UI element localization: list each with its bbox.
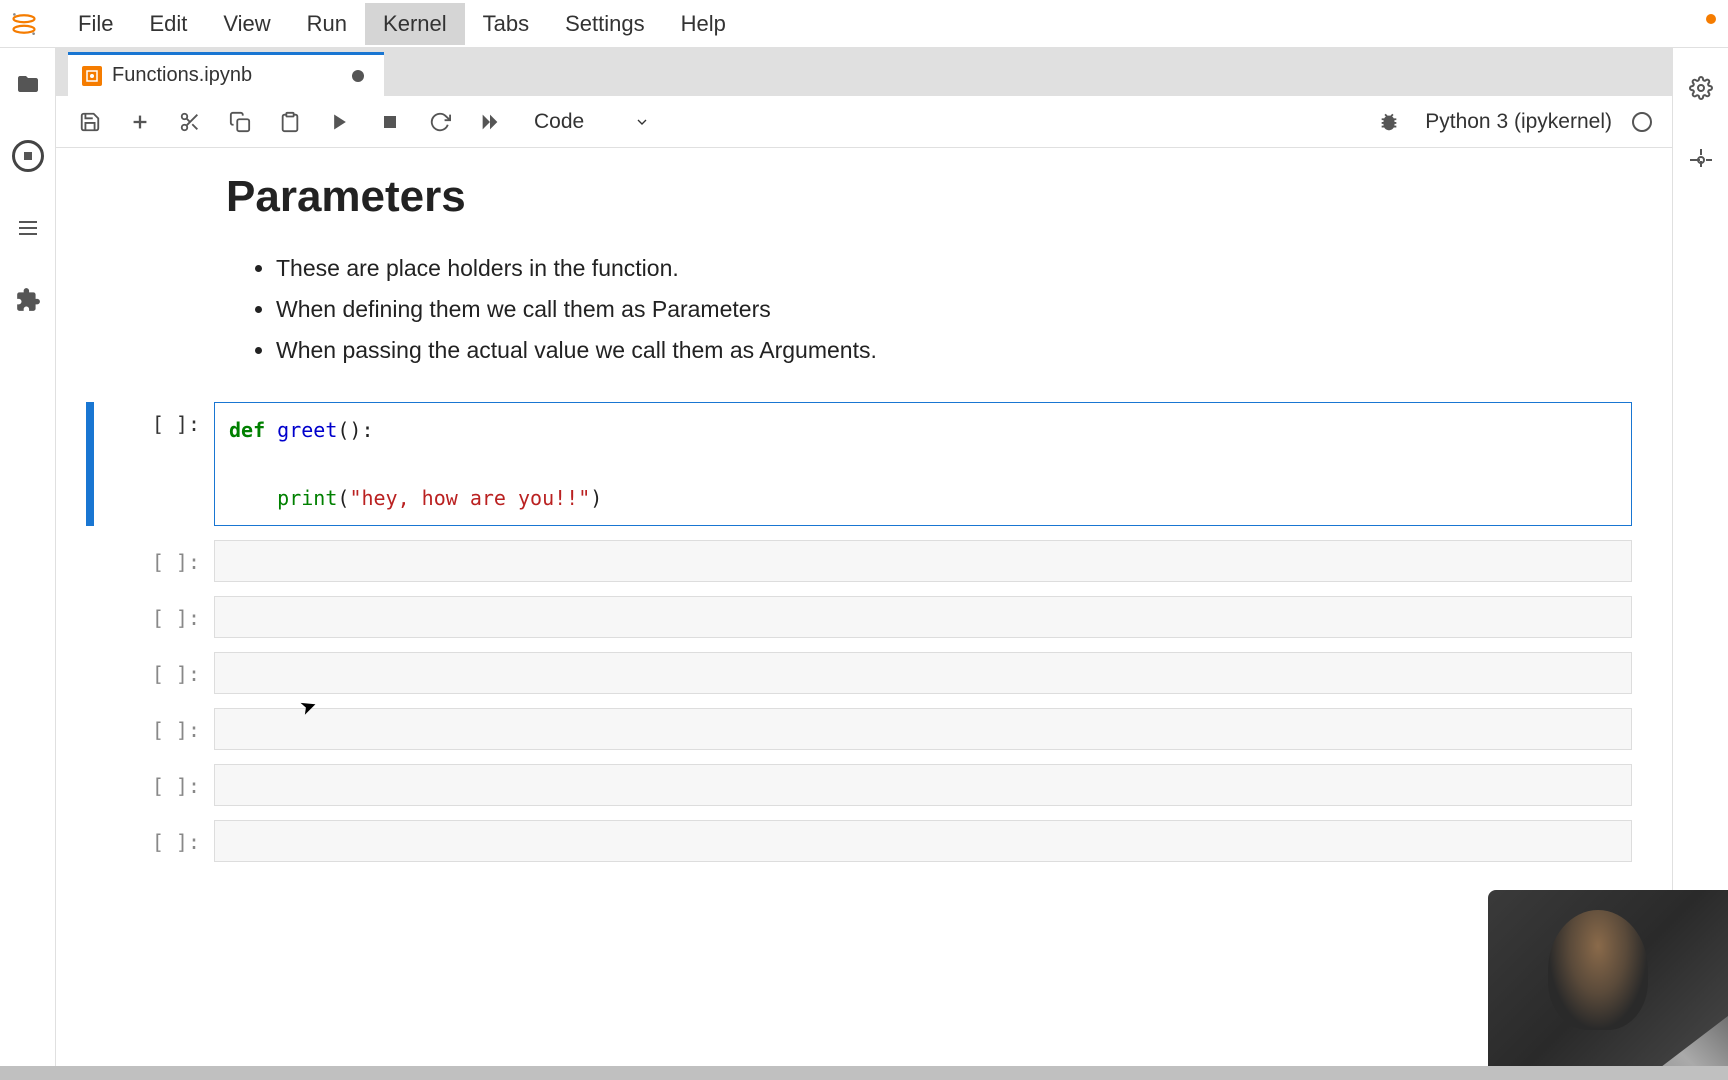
activity-bar <box>0 48 56 1080</box>
list-item: When passing the actual value we call th… <box>276 332 1642 369</box>
cell-selection-marker <box>86 652 94 694</box>
cell-selection-marker <box>86 596 94 638</box>
code-cell[interactable]: [ ]: def greet(): print("hey, how are yo… <box>86 402 1642 526</box>
code-editor[interactable] <box>214 596 1632 638</box>
debugger-icon[interactable] <box>1375 108 1403 136</box>
code-editor[interactable] <box>214 652 1632 694</box>
cell-selection-marker <box>86 708 94 750</box>
run-button[interactable] <box>326 108 354 136</box>
menu-bar: File Edit View Run Kernel Tabs Settings … <box>0 0 1728 48</box>
webcam-overlay <box>1488 890 1728 1080</box>
list-item: These are place holders in the function. <box>276 250 1642 287</box>
kernel-info[interactable]: Python 3 (ipykernel) <box>1425 110 1652 134</box>
menu-edit[interactable]: Edit <box>131 3 205 45</box>
code-cell[interactable]: [ ]: <box>86 708 1642 750</box>
menu-view[interactable]: View <box>205 3 288 45</box>
running-terminals-icon[interactable] <box>12 140 44 172</box>
content-area: Functions.ipynb <box>56 48 1672 1080</box>
notebook-body[interactable]: Parameters These are place holders in th… <box>56 148 1672 1080</box>
restart-run-all-button[interactable] <box>476 108 504 136</box>
bottom-bar <box>0 1066 1728 1080</box>
notebook-toolbar: Code Python 3 (ipykernel) <box>56 96 1672 148</box>
kernel-status-icon <box>1632 112 1652 132</box>
notebook-file-icon <box>82 66 102 86</box>
markdown-heading: Parameters <box>226 172 1642 222</box>
cell-prompt: [ ]: <box>94 764 214 806</box>
cell-prompt: [ ]: <box>94 540 214 582</box>
code-editor[interactable] <box>214 540 1632 582</box>
stop-button[interactable] <box>376 108 404 136</box>
debug-icon[interactable] <box>1685 144 1717 176</box>
chevron-down-icon <box>634 114 650 130</box>
gear-icon[interactable] <box>1685 72 1717 104</box>
menu-help[interactable]: Help <box>663 3 744 45</box>
code-cell[interactable]: [ ]: <box>86 764 1642 806</box>
cell-type-label: Code <box>534 110 584 134</box>
code-cell[interactable]: [ ]: <box>86 820 1642 862</box>
cut-button[interactable] <box>176 108 204 136</box>
jupyter-logo[interactable] <box>8 8 40 40</box>
cell-prompt: [ ]: <box>94 402 214 526</box>
toc-icon[interactable] <box>12 212 44 244</box>
cell-prompt: [ ]: <box>94 708 214 750</box>
cell-selection-marker <box>86 764 94 806</box>
copy-button[interactable] <box>226 108 254 136</box>
folder-icon[interactable] <box>12 68 44 100</box>
cell-type-dropdown[interactable]: Code <box>534 110 650 134</box>
tab-bar: Functions.ipynb <box>56 48 1672 96</box>
list-item: When defining them we call them as Param… <box>276 291 1642 328</box>
cell-prompt: [ ]: <box>94 596 214 638</box>
menu-settings[interactable]: Settings <box>547 3 663 45</box>
code-editor[interactable] <box>214 708 1632 750</box>
menu-kernel[interactable]: Kernel <box>365 3 465 45</box>
code-cell[interactable]: [ ]: <box>86 540 1642 582</box>
notebook-tab[interactable]: Functions.ipynb <box>68 52 384 96</box>
restart-kernel-button[interactable] <box>426 108 454 136</box>
code-editor[interactable] <box>214 764 1632 806</box>
menu-file[interactable]: File <box>60 3 131 45</box>
status-indicator-icon <box>1706 14 1716 24</box>
extensions-icon[interactable] <box>12 284 44 316</box>
tab-filename: Functions.ipynb <box>112 64 252 87</box>
cell-selection-marker <box>86 820 94 862</box>
code-editor[interactable] <box>214 820 1632 862</box>
code-cell[interactable]: [ ]: <box>86 596 1642 638</box>
cell-selection-marker <box>86 402 94 526</box>
code-editor[interactable]: def greet(): print("hey, how are you!!") <box>214 402 1632 526</box>
save-button[interactable] <box>76 108 104 136</box>
menu-run[interactable]: Run <box>289 3 365 45</box>
cell-prompt: [ ]: <box>94 820 214 862</box>
cell-prompt: [ ]: <box>94 652 214 694</box>
menu-tabs[interactable]: Tabs <box>465 3 547 45</box>
code-cell[interactable]: [ ]: <box>86 652 1642 694</box>
cell-selection-marker <box>86 540 94 582</box>
paste-button[interactable] <box>276 108 304 136</box>
unsaved-indicator-icon <box>352 70 364 82</box>
add-cell-button[interactable] <box>126 108 154 136</box>
markdown-list: These are place holders in the function.… <box>276 250 1642 368</box>
kernel-name: Python 3 (ipykernel) <box>1425 110 1612 134</box>
